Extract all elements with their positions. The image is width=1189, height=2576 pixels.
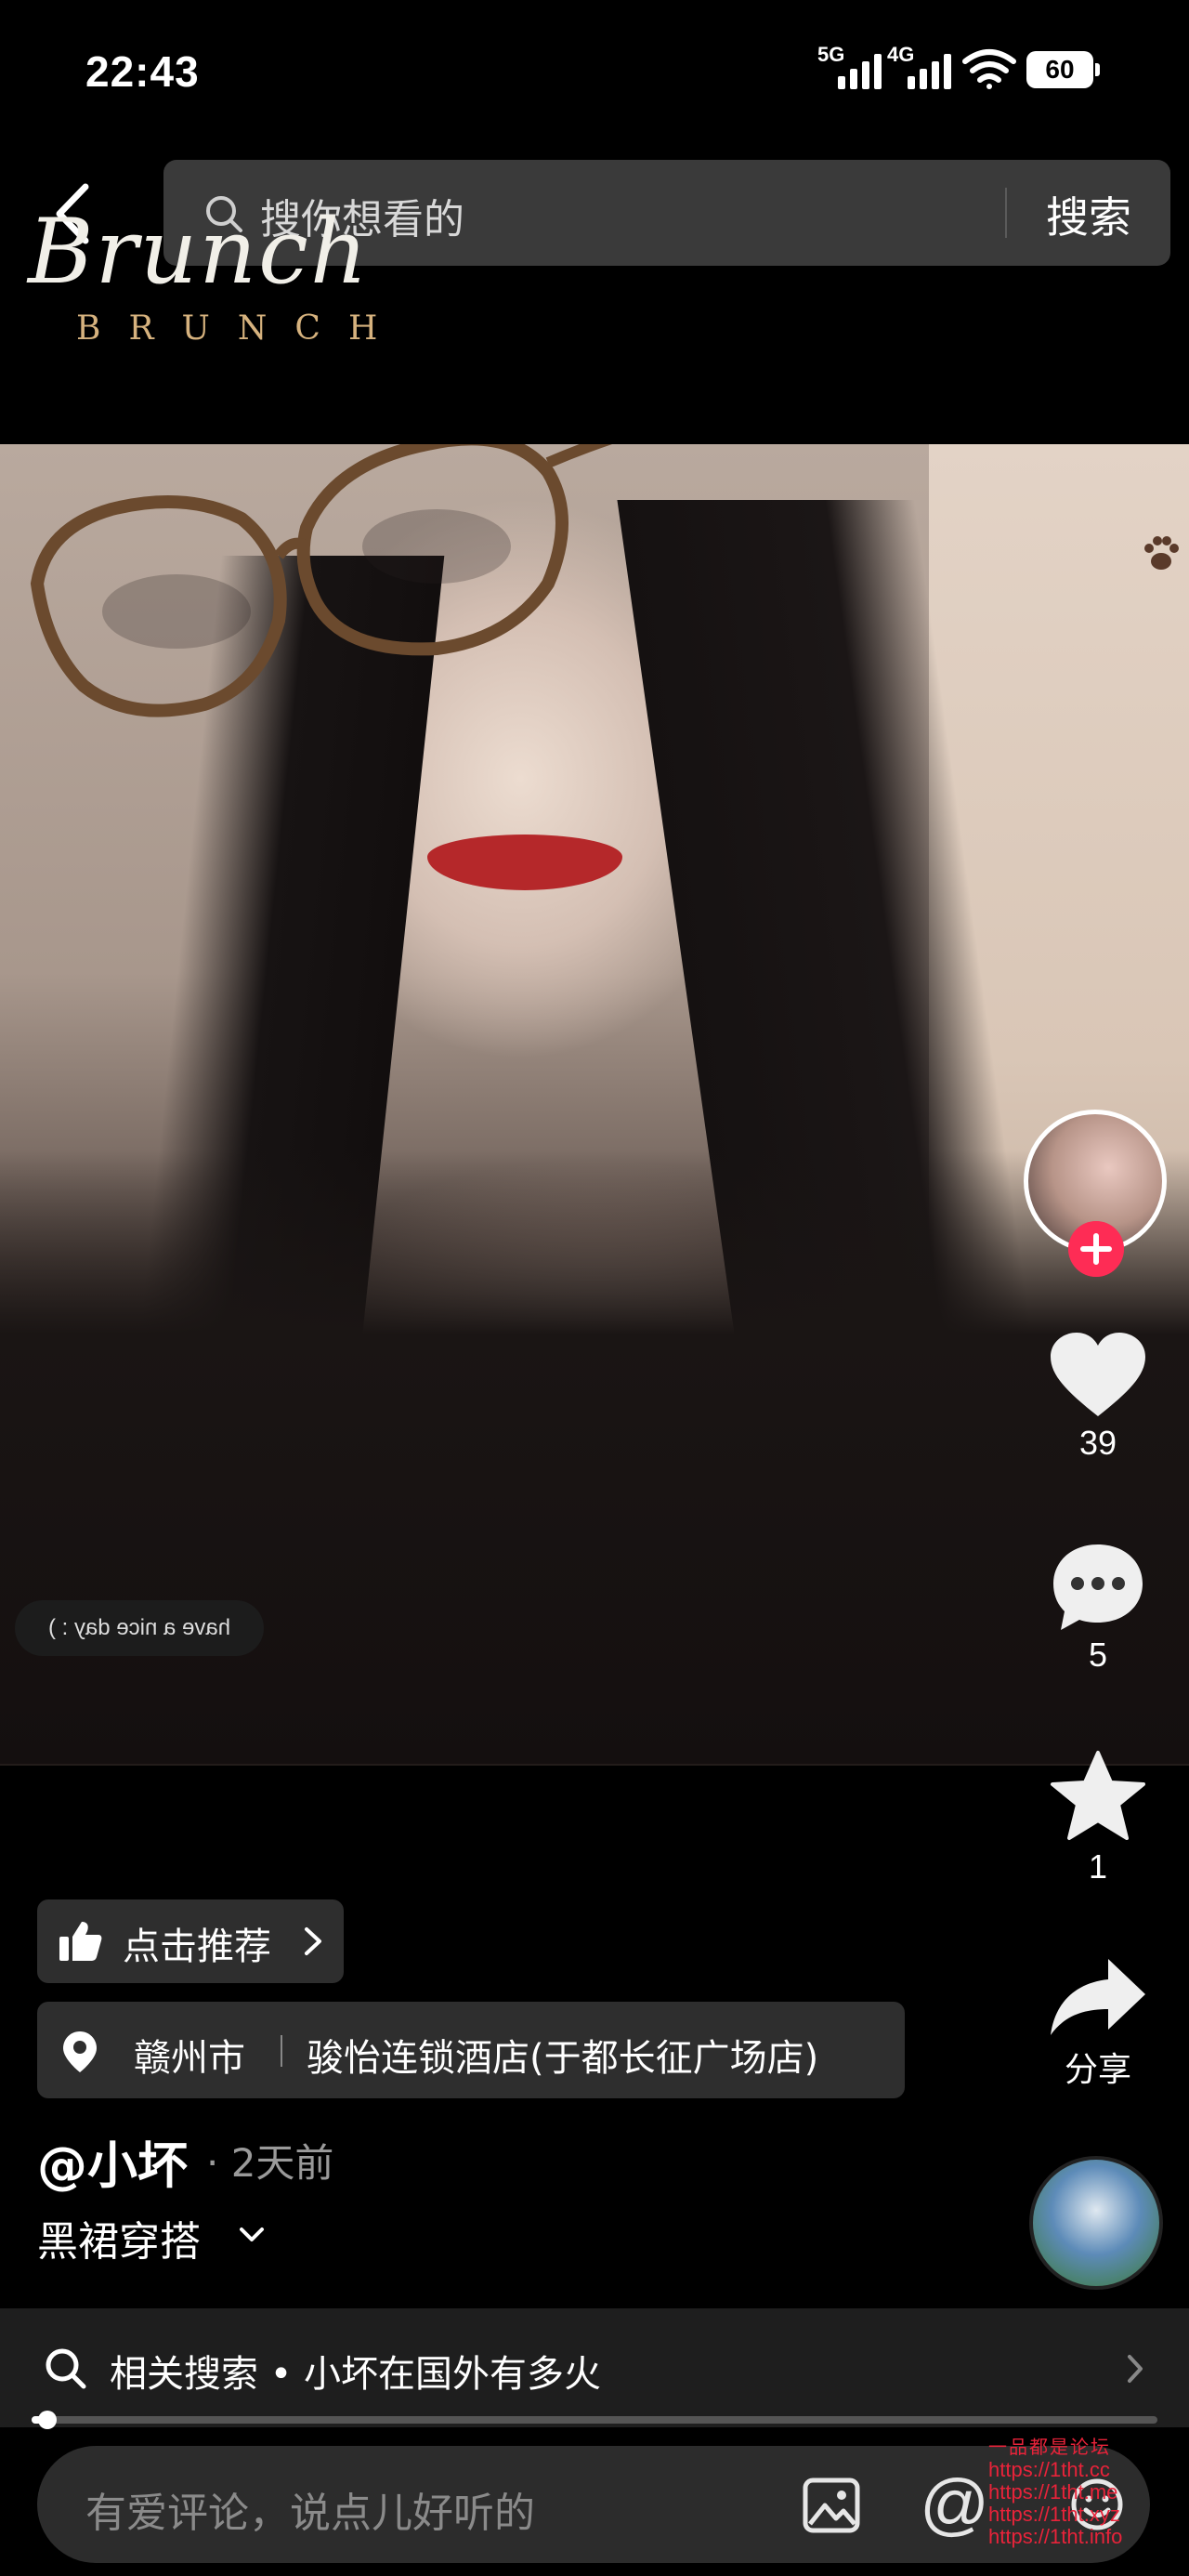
video-progress-handle[interactable]: [37, 2411, 57, 2429]
share-label: 分享: [1064, 2051, 1131, 2089]
star-icon: [1051, 1751, 1145, 1840]
heart-icon: [1051, 1333, 1145, 1416]
brand-logo-script: Brunch: [28, 200, 370, 304]
watermark: 一品都是论坛 https://1tht.cc https://1tht.me h…: [988, 2437, 1183, 2548]
network-type-5g: 5G: [817, 43, 845, 66]
watermark-title: 一品都是论坛: [988, 2438, 1111, 2458]
video-subject-dress: [0, 1150, 1189, 1764]
comment-count: 5: [1088, 1636, 1108, 1674]
favorite-count: 1: [1088, 1847, 1108, 1886]
comment-button[interactable]: 5: [1033, 1541, 1163, 1675]
mention-icon[interactable]: @: [920, 2464, 989, 2543]
related-search-bar[interactable]: 相关搜索 • 小坏在国外有多火: [0, 2308, 1189, 2427]
video-progress-bar[interactable]: [32, 2411, 1157, 2429]
location-city: 赣州市: [134, 2037, 245, 2080]
video-player[interactable]: have a nice day : ): [0, 444, 1189, 1766]
post-time: · 2天前: [206, 2140, 334, 2186]
glasses-sticker: [30, 444, 613, 717]
network-type-4g: 4G: [887, 43, 915, 66]
battery-indicator: 60: [1026, 51, 1100, 88]
watermark-line: https://1tht.cc: [988, 2458, 1110, 2481]
watermark-line: https://1tht.me: [988, 2480, 1118, 2504]
video-text-sticker: have a nice day : ): [15, 1600, 264, 1656]
search-button[interactable]: 搜索: [1046, 184, 1131, 245]
search-icon: [46, 2348, 86, 2389]
chevron-right-icon: [1128, 2355, 1143, 2383]
image-icon[interactable]: [803, 2477, 860, 2533]
status-bar: 22:43 5G 4G 60: [0, 0, 1189, 149]
location-divider: [281, 2035, 282, 2067]
brand-logo: Brunch BRUNCH: [28, 200, 437, 358]
chevron-down-icon[interactable]: [238, 2225, 266, 2245]
cellular-4g-icon: 4G: [887, 43, 954, 89]
like-count: 39: [1078, 1424, 1117, 1462]
recommend-button[interactable]: 点击推荐: [37, 1899, 344, 1983]
wifi-icon: [962, 49, 1016, 89]
share-button[interactable]: 分享: [1033, 1955, 1163, 2091]
like-button[interactable]: 39: [1033, 1331, 1163, 1463]
share-icon: [1051, 1959, 1145, 2035]
brand-logo-caps: BRUNCH: [76, 309, 406, 348]
related-search-text: 相关搜索 • 小坏在国外有多火: [110, 2353, 602, 2396]
comment-input[interactable]: 有爱评论，说点儿好听的: [85, 2479, 535, 2539]
location-tag[interactable]: 赣州市 骏怡连锁酒店(于都长征广场店): [37, 2002, 905, 2098]
video-caption[interactable]: 黑裙穿搭: [37, 2208, 201, 2267]
comment-icon: [1053, 1544, 1143, 1630]
author-name[interactable]: @小坏: [37, 2124, 188, 2198]
music-disc[interactable]: [1029, 2156, 1163, 2290]
watermark-line: https://1tht.info: [988, 2525, 1123, 2548]
location-place: 骏怡连锁酒店(于都长征广场店): [307, 2037, 819, 2080]
cellular-5g-icon: 5G: [817, 43, 884, 89]
favorite-button[interactable]: 1: [1033, 1749, 1163, 1886]
status-time: 22:43: [85, 47, 200, 96]
watermark-line: https://1tht.xyz: [988, 2503, 1120, 2526]
chevron-right-icon: [305, 1927, 321, 1955]
search-divider: [1005, 188, 1007, 238]
paw-icon: [1144, 536, 1179, 570]
follow-button[interactable]: [1068, 1221, 1124, 1277]
video-subject-lips: [427, 835, 622, 890]
thumbs-up-icon: [59, 1922, 102, 1961]
comment-input-bar[interactable]: 有爱评论，说点儿好听的 @: [37, 2446, 1150, 2563]
recommend-label: 点击推荐: [123, 1925, 271, 1968]
location-pin-icon: [63, 2031, 97, 2072]
